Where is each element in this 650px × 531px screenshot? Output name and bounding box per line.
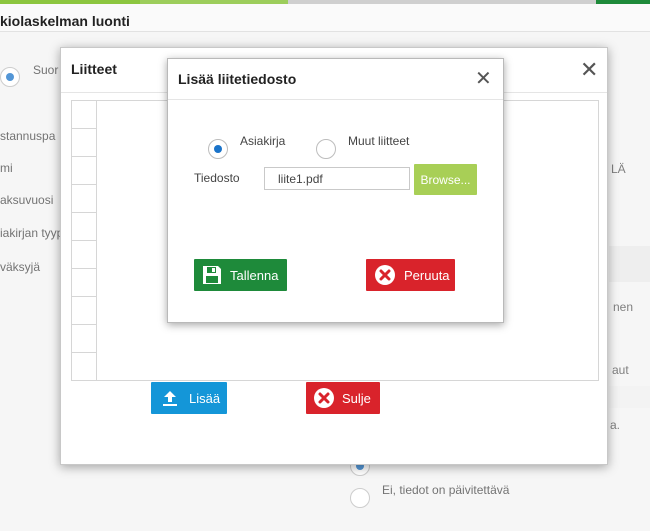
table-row-line	[72, 296, 97, 297]
browse-button-label: Browse...	[420, 172, 471, 187]
save-button-label: Tallenna	[230, 267, 279, 283]
add-attachment-label: Lisää	[189, 390, 221, 406]
upload-dialog-title: Lisää liitetiedosto	[178, 71, 297, 87]
close-dialog-button[interactable]: Sulje	[306, 382, 380, 414]
cancel-circle-icon	[306, 387, 342, 409]
table-row-line	[72, 156, 97, 157]
upload-dialog-divider	[168, 99, 503, 100]
cancel-button-label: Peruuta	[404, 267, 450, 283]
radio-asiakirja-label: Asiakirja	[240, 134, 286, 148]
radio-muut-liitteet[interactable]	[316, 139, 336, 159]
close-dialog-label: Sulje	[342, 390, 371, 406]
floppy-disk-icon	[194, 264, 230, 286]
save-button[interactable]: Tallenna	[194, 259, 287, 291]
file-path-input[interactable]	[264, 167, 410, 190]
attachments-close-icon[interactable]: ✕	[580, 59, 598, 81]
radio-asiakirja[interactable]	[208, 139, 228, 159]
table-row-line	[72, 240, 97, 241]
page-title: kiolaskelman luonti	[0, 13, 130, 29]
table-row-line	[72, 128, 97, 129]
radio-muut-liitteet-label: Muut liitteet	[348, 134, 410, 148]
table-row-line	[72, 184, 97, 185]
cancel-button[interactable]: Peruuta	[366, 259, 455, 291]
file-field-label: Tiedosto	[194, 171, 240, 185]
table-row-line	[72, 212, 97, 213]
table-row-line	[72, 268, 97, 269]
table-row-line	[72, 352, 97, 353]
cancel-circle-icon	[366, 264, 404, 286]
page-header: kiolaskelman luonti	[0, 4, 650, 32]
add-attachment-button[interactable]: Lisää	[151, 382, 227, 414]
upload-file-dialog: Lisää liitetiedosto ✕ Asiakirja Muut lii…	[167, 58, 504, 323]
upload-icon	[151, 389, 189, 407]
table-row-line	[72, 324, 97, 325]
upload-close-icon[interactable]: ✕	[475, 69, 492, 89]
browse-button[interactable]: Browse...	[414, 164, 477, 195]
attachments-dialog-title: Liitteet	[71, 61, 117, 77]
